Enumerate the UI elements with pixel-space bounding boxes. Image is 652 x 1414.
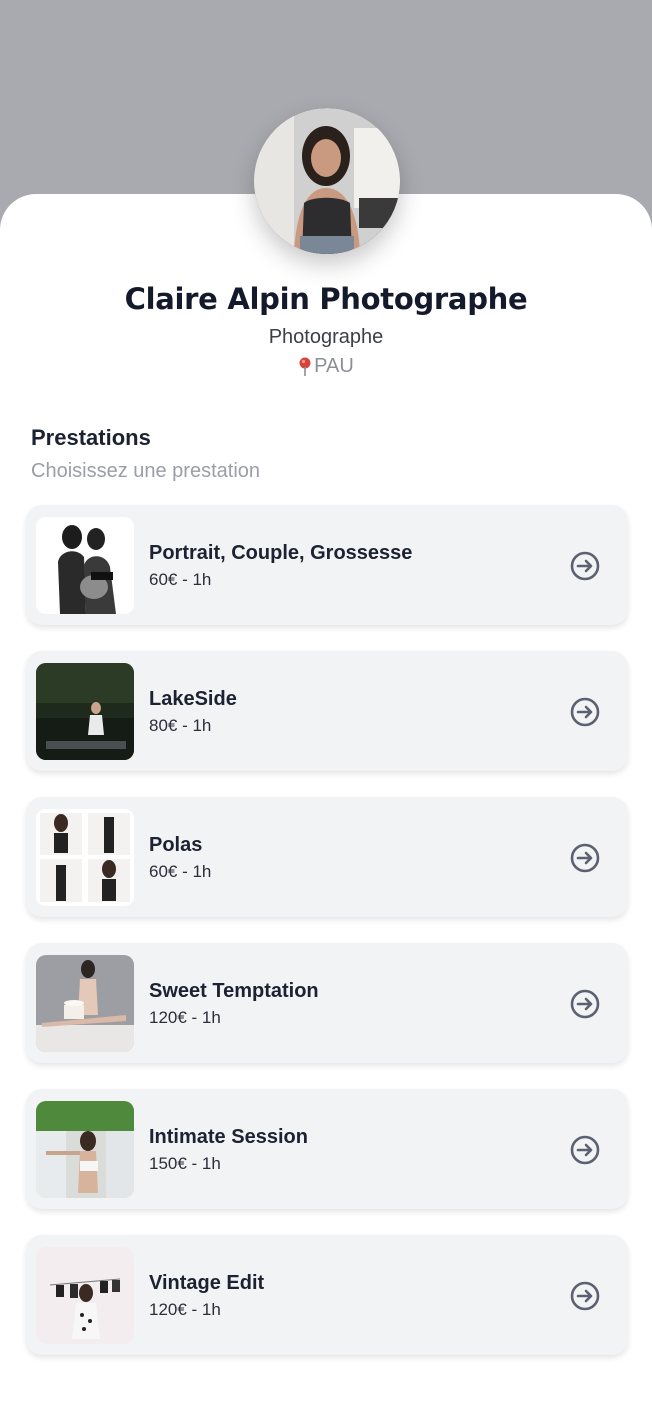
location-label: PAU bbox=[314, 355, 354, 377]
service-price: 60€ - 1h bbox=[149, 862, 212, 881]
arrow-right-circle-icon[interactable] bbox=[570, 989, 600, 1019]
service-thumbnail bbox=[36, 955, 134, 1052]
service-card-vintage-edit[interactable]: Vintage Edit 120€ - 1h bbox=[26, 1235, 628, 1355]
arrow-right-circle-icon[interactable] bbox=[570, 551, 600, 581]
arrow-right-circle-icon[interactable] bbox=[570, 1135, 600, 1165]
service-thumbnail bbox=[36, 517, 134, 614]
service-price: 120€ - 1h bbox=[149, 1300, 221, 1319]
arrow-right-circle-icon[interactable] bbox=[570, 843, 600, 873]
service-price: 120€ - 1h bbox=[149, 1008, 221, 1027]
service-title: Portrait, Couple, Grossesse bbox=[149, 542, 413, 564]
service-title: Vintage Edit bbox=[149, 1272, 265, 1294]
services-list: Portrait, Couple, Grossesse 60€ - 1h Lak… bbox=[26, 505, 628, 1381]
section-title: Prestations bbox=[31, 425, 151, 450]
service-price: 60€ - 1h bbox=[149, 570, 212, 589]
section-subtitle: Choisissez une prestation bbox=[31, 460, 261, 482]
avatar bbox=[254, 108, 400, 254]
service-title: LakeSide bbox=[149, 688, 237, 710]
profile-role: Photographe bbox=[268, 326, 384, 348]
service-title: Polas bbox=[149, 834, 203, 856]
service-card-portrait[interactable]: Portrait, Couple, Grossesse 60€ - 1h bbox=[26, 505, 628, 625]
service-thumbnail bbox=[36, 663, 134, 760]
profile-location: PAU bbox=[0, 355, 652, 378]
arrow-right-circle-icon[interactable] bbox=[570, 1281, 600, 1311]
service-thumbnail bbox=[36, 1247, 134, 1344]
profile-name: Claire Alpin Photographe bbox=[124, 282, 528, 316]
service-card-lakeside[interactable]: LakeSide 80€ - 1h bbox=[26, 651, 628, 771]
arrow-right-circle-icon[interactable] bbox=[570, 697, 600, 727]
service-card-intimate-session[interactable]: Intimate Session 150€ - 1h bbox=[26, 1089, 628, 1209]
service-title: Sweet Temptation bbox=[149, 980, 319, 1002]
service-price: 150€ - 1h bbox=[149, 1154, 221, 1173]
service-title: Intimate Session bbox=[149, 1126, 308, 1148]
service-card-sweet-temptation[interactable]: Sweet Temptation 120€ - 1h bbox=[26, 943, 628, 1063]
service-thumbnail bbox=[36, 809, 134, 906]
map-pin-icon bbox=[298, 357, 312, 377]
service-card-polas[interactable]: Polas 60€ - 1h bbox=[26, 797, 628, 917]
service-price: 80€ - 1h bbox=[149, 716, 212, 735]
service-thumbnail bbox=[36, 1101, 134, 1198]
